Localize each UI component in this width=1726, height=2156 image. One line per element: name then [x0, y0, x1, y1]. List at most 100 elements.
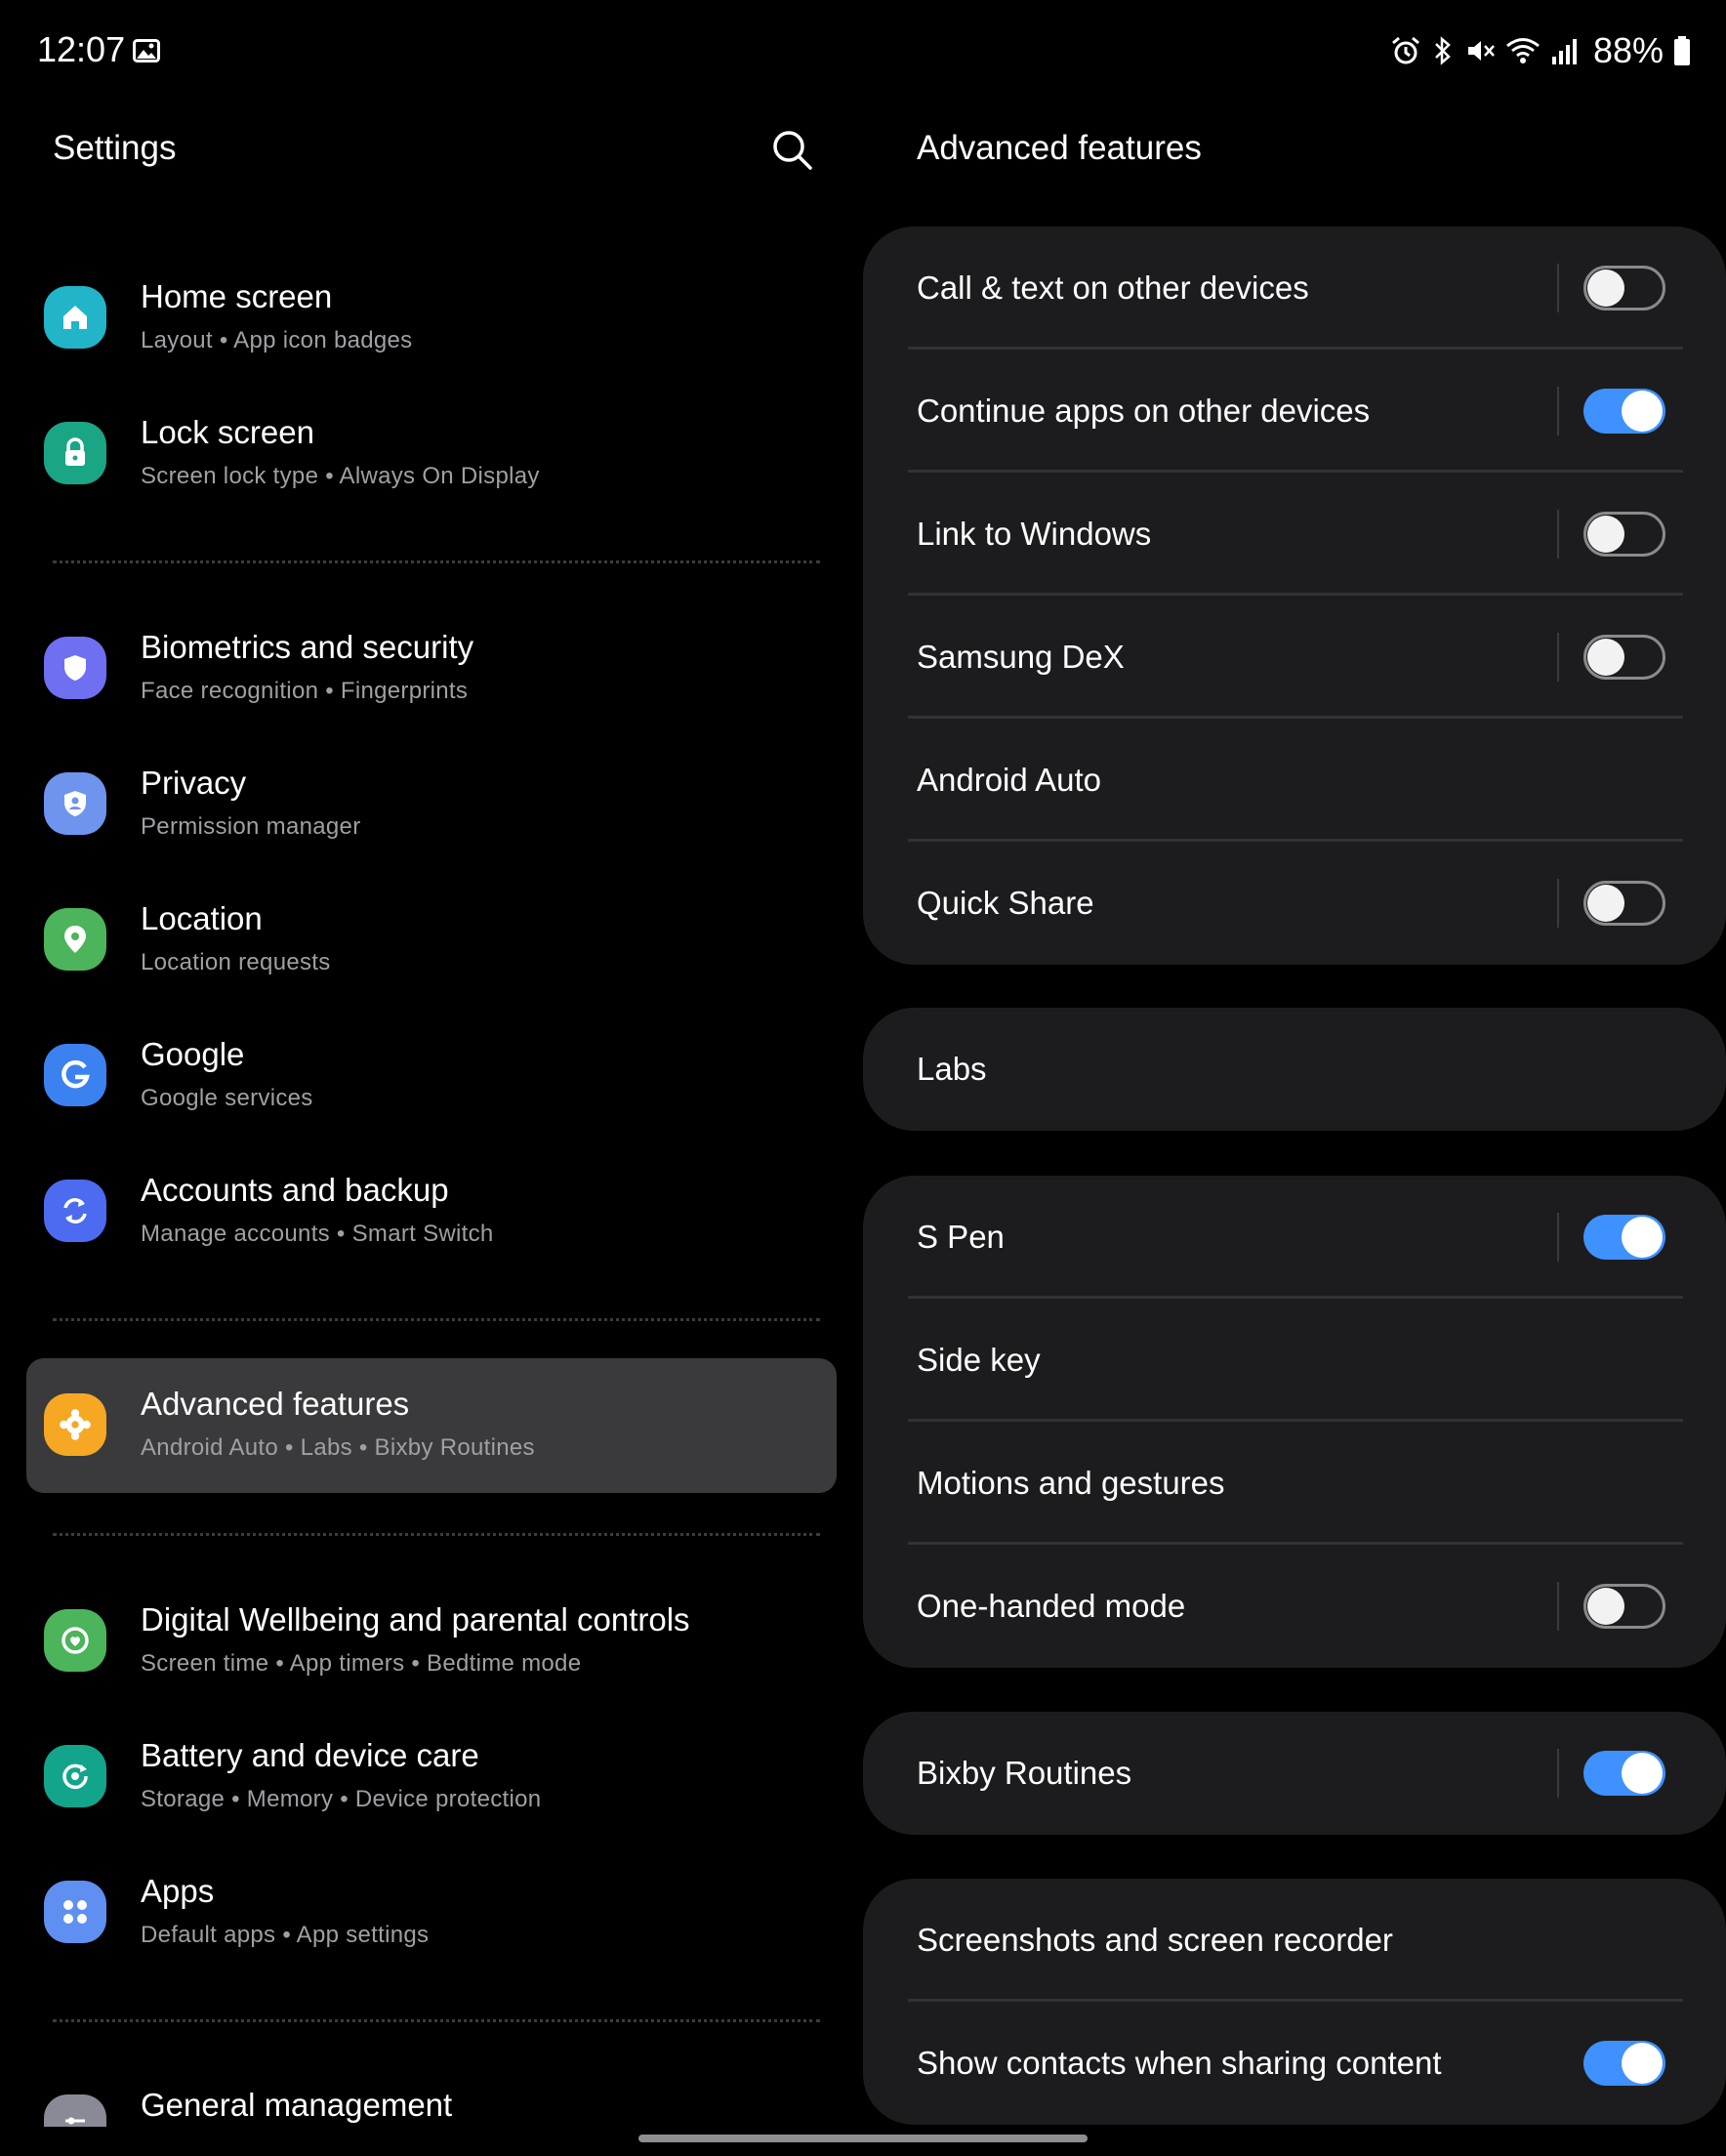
settings-card: Bixby Routines [863, 1712, 1726, 1835]
row-divider [1557, 1213, 1559, 1262]
settings-item-home-screen[interactable]: Home screen Layout • App icon badges [26, 251, 837, 386]
battery-icon [1674, 36, 1690, 65]
row-samsung-dex[interactable]: Samsung DeX [863, 596, 1726, 719]
section-divider [53, 1533, 820, 1536]
row-label: Side key [917, 1342, 1041, 1378]
row-label: Android Auto [917, 762, 1101, 798]
gesture-navigation-bar[interactable] [638, 2135, 1088, 2142]
image-icon [133, 39, 160, 62]
wellbeing-icon [44, 1609, 106, 1672]
sync-icon [44, 1180, 106, 1242]
row-screenshots-recorder[interactable]: Screenshots and screen recorder [863, 1879, 1726, 2002]
item-subtitle: Screen lock type • Always On Display [141, 463, 540, 489]
item-title: Google [141, 1036, 245, 1072]
row-show-contacts-sharing[interactable]: Show contacts when sharing content [863, 2002, 1726, 2125]
google-icon [44, 1044, 106, 1106]
settings-list-panel: Settings Home screen Layout • App icon b… [0, 107, 859, 2156]
item-subtitle: Storage • Memory • Device protection [141, 1786, 542, 1812]
row-label: Bixby Routines [917, 1755, 1132, 1791]
row-labs[interactable]: Labs [863, 1008, 1726, 1131]
row-label: Quick Share [917, 885, 1094, 921]
row-label: Labs [917, 1051, 987, 1087]
bixby-routines-toggle[interactable] [1583, 1751, 1665, 1796]
item-subtitle: Google services [141, 1085, 313, 1111]
settings-card: Labs [863, 1008, 1726, 1131]
row-divider [1557, 387, 1559, 435]
row-label: Screenshots and screen recorder [917, 1922, 1393, 1958]
item-subtitle: Location requests [141, 949, 331, 975]
item-title: Accounts and backup [141, 1172, 449, 1208]
call-text-toggle[interactable] [1583, 266, 1665, 311]
row-motions-gestures[interactable]: Motions and gestures [863, 1422, 1726, 1545]
row-divider [1557, 510, 1559, 559]
item-subtitle: Android Auto • Labs • Bixby Routines [141, 1434, 535, 1461]
s-pen-toggle[interactable] [1583, 1215, 1665, 1260]
lock-icon [44, 422, 106, 484]
row-label: One-handed mode [917, 1588, 1186, 1624]
toggle-knob [1622, 2043, 1663, 2084]
signal-icon [1551, 39, 1577, 64]
page-title: Settings [53, 129, 177, 167]
settings-item-battery-device-care[interactable]: Battery and device care Storage • Memory… [26, 1710, 837, 1845]
quick-share-toggle[interactable] [1583, 881, 1665, 926]
toggle-knob [1587, 1588, 1624, 1625]
one-handed-mode-toggle[interactable] [1583, 1584, 1665, 1629]
row-one-handed-mode[interactable]: One-handed mode [863, 1545, 1726, 1668]
row-call-text-other-devices[interactable]: Call & text on other devices [863, 227, 1726, 350]
row-label: Continue apps on other devices [917, 393, 1371, 429]
row-android-auto[interactable]: Android Auto [863, 719, 1726, 842]
settings-item-digital-wellbeing[interactable]: Digital Wellbeing and parental controls … [26, 1574, 837, 1709]
link-to-windows-toggle[interactable] [1583, 512, 1665, 557]
search-button[interactable] [765, 123, 820, 178]
settings-item-google[interactable]: Google Google services [26, 1009, 837, 1143]
toggle-knob [1587, 885, 1624, 922]
continue-apps-toggle[interactable] [1583, 389, 1665, 434]
item-subtitle: Face recognition • Fingerprints [141, 678, 469, 704]
settings-item-biometrics[interactable]: Biometrics and security Face recognition… [26, 601, 837, 736]
battery-percent: 88% [1592, 30, 1664, 70]
toggle-knob [1622, 391, 1663, 432]
item-title: Lock screen [141, 414, 314, 450]
puzzle-gear-icon [44, 1393, 106, 1456]
settings-item-lock-screen[interactable]: Lock screen Screen lock type • Always On… [26, 387, 837, 521]
settings-item-privacy[interactable]: Privacy Permission manager [26, 737, 837, 872]
row-bixby-routines[interactable]: Bixby Routines [863, 1712, 1726, 1835]
row-label: Call & text on other devices [917, 270, 1309, 306]
row-s-pen[interactable]: S Pen [863, 1176, 1726, 1299]
settings-item-advanced-features[interactable]: Advanced features Android Auto • Labs • … [26, 1358, 837, 1493]
settings-item-apps[interactable]: Apps Default apps • App settings [26, 1845, 837, 1980]
row-divider [1557, 1582, 1559, 1631]
row-label: Link to Windows [917, 516, 1152, 552]
section-divider [53, 2019, 820, 2022]
samsung-dex-toggle[interactable] [1583, 635, 1665, 680]
row-side-key[interactable]: Side key [863, 1299, 1726, 1422]
status-time: 12:07 [37, 29, 126, 69]
item-title: Apps [141, 1873, 215, 1909]
row-label: Show contacts when sharing content [917, 2045, 1442, 2081]
section-divider [53, 560, 820, 563]
apps-grid-icon [44, 1881, 106, 1943]
search-icon [773, 131, 812, 170]
item-title: Digital Wellbeing and parental controls [141, 1601, 690, 1638]
status-bar: 12:07 88% [0, 0, 1726, 107]
item-title: Biometrics and security [141, 629, 474, 665]
settings-item-accounts[interactable]: Accounts and backup Manage accounts • Sm… [26, 1144, 837, 1279]
row-continue-apps[interactable]: Continue apps on other devices [863, 350, 1726, 473]
general-management-icon [44, 2094, 106, 2127]
item-title: Advanced features [141, 1386, 410, 1422]
settings-card: S Pen Side key Motions and gestures One-… [863, 1176, 1726, 1668]
settings-item-general-management[interactable]: General management [26, 2059, 837, 2127]
show-contacts-toggle[interactable] [1583, 2041, 1665, 2086]
item-title: Home screen [141, 278, 333, 314]
toggle-knob [1587, 270, 1624, 307]
mute-icon [1467, 41, 1495, 61]
row-label: S Pen [917, 1219, 1005, 1255]
row-divider [1557, 633, 1559, 682]
settings-item-location[interactable]: Location Location requests [26, 873, 837, 1008]
detail-title: Advanced features [917, 129, 1202, 167]
row-divider [1557, 879, 1559, 928]
row-quick-share[interactable]: Quick Share [863, 842, 1726, 965]
home-icon [44, 286, 106, 349]
settings-card: Call & text on other devices Continue ap… [863, 227, 1726, 965]
row-link-to-windows[interactable]: Link to Windows [863, 473, 1726, 596]
